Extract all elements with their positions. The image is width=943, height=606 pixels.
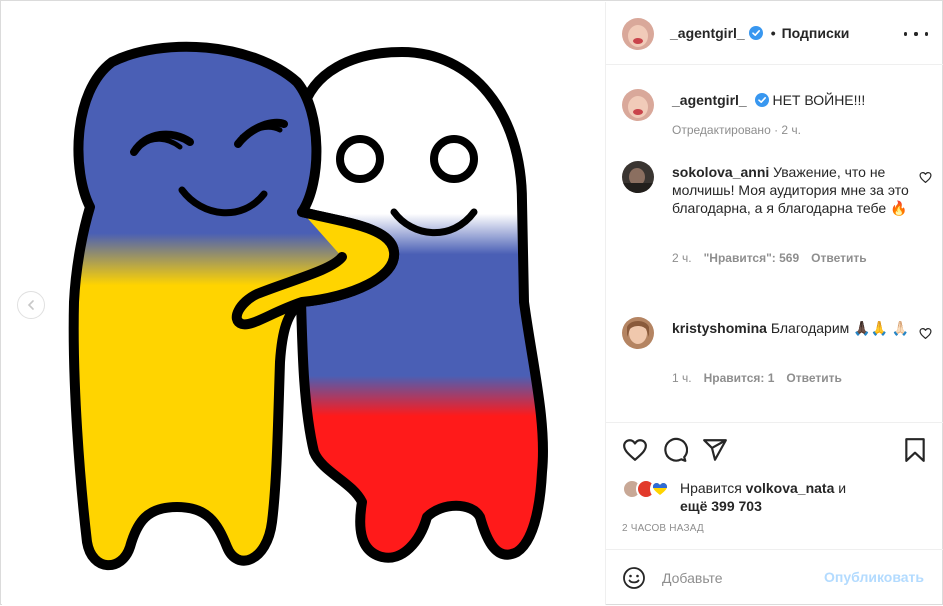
comment-meta: 1 ч. Нравится: 1 Ответить xyxy=(672,371,842,385)
comments-section[interactable]: _agentgirl_ НЕТ ВОЙНЕ!!! Отредактировано… xyxy=(606,66,943,422)
comment-likes[interactable]: "Нравится": 569 xyxy=(704,251,800,265)
comment-item: sokolova_anni Уважение, что не молчишь! … xyxy=(622,161,932,271)
author-name-row: _agentgirl_ • Подписки xyxy=(670,25,849,41)
previous-slide-button[interactable] xyxy=(17,291,45,319)
comment-item: kristyshomina Благодарим 🙏🏿🙏 🙏🏻 1 ч. Нрав… xyxy=(622,317,932,397)
comment-input[interactable] xyxy=(662,568,822,588)
more-options-button[interactable] xyxy=(904,24,928,44)
post-dialog: _agentgirl_ • Подписки _agentgirl_ НЕТ В… xyxy=(0,0,943,605)
likes-count[interactable]: ещё 399 703 xyxy=(680,498,762,514)
post-timestamp: 2 ЧАСОВ НАЗАД xyxy=(622,523,704,534)
comment-avatar[interactable] xyxy=(622,161,654,193)
author-avatar-image xyxy=(622,18,654,50)
action-bar: Нравится volkova_nata и ещё 399 703 2 ЧА… xyxy=(606,422,943,605)
likes-user[interactable]: volkova_nata xyxy=(746,480,835,496)
likes-prefix: Нравится xyxy=(680,480,742,496)
separator-dot: • xyxy=(770,25,776,41)
comment-time: 1 ч. xyxy=(672,371,692,385)
comment-avatar[interactable] xyxy=(622,317,654,349)
post-sidebar: _agentgirl_ • Подписки _agentgirl_ НЕТ В… xyxy=(605,2,943,605)
following-button[interactable]: Подписки xyxy=(782,25,850,41)
caption-avatar[interactable] xyxy=(622,89,654,121)
caption-username[interactable]: _agentgirl_ xyxy=(672,92,747,108)
comment-icon[interactable] xyxy=(662,437,688,463)
more-icon xyxy=(904,32,908,36)
comment-text: kristyshomina Благодарим 🙏🏿🙏 🙏🏻 xyxy=(672,319,912,337)
post-image[interactable] xyxy=(2,2,605,605)
caption-text: _agentgirl_ НЕТ ВОЙНЕ!!! xyxy=(672,91,912,109)
bookmark-icon[interactable] xyxy=(902,437,928,463)
comment-meta: 2 ч. "Нравится": 569 Ответить xyxy=(672,251,867,265)
more-icon xyxy=(924,32,928,36)
heart-icon[interactable] xyxy=(919,327,932,340)
comment-likes[interactable]: Нравится: 1 xyxy=(704,371,775,385)
comment-avatar-image xyxy=(622,161,654,193)
caption-meta: Отредактировано · 2 ч. xyxy=(672,123,801,137)
verified-icon xyxy=(748,26,763,40)
author-username[interactable]: _agentgirl_ xyxy=(670,25,745,41)
comment-username[interactable]: kristyshomina xyxy=(672,320,767,336)
reply-button[interactable]: Ответить xyxy=(786,371,841,385)
emoji-icon[interactable] xyxy=(622,566,646,590)
comment-body: Благодарим 🙏🏿🙏 🙏🏻 xyxy=(770,320,910,336)
likes-conj: и xyxy=(838,480,847,496)
add-comment-bar: Опубликовать xyxy=(606,549,943,606)
liker-avatar xyxy=(650,479,670,499)
likes-text[interactable]: Нравится volkova_nata и ещё 399 703 xyxy=(680,479,930,515)
more-icon xyxy=(914,32,918,36)
chevron-left-icon xyxy=(27,300,34,310)
hugging-characters-illustration xyxy=(68,41,548,571)
heart-icon[interactable] xyxy=(919,171,932,184)
likes-summary: Нравится volkova_nata и ещё 399 703 xyxy=(622,479,932,519)
verified-icon xyxy=(754,93,769,107)
post-header: _agentgirl_ • Подписки xyxy=(606,2,943,65)
comment-time: 2 ч. xyxy=(672,251,692,265)
caption-body: НЕТ ВОЙНЕ!!! xyxy=(772,92,866,108)
comment-avatar-image xyxy=(622,317,654,349)
heart-icon[interactable] xyxy=(622,437,648,463)
reply-button[interactable]: Ответить xyxy=(811,251,866,265)
heart-icon xyxy=(653,483,667,495)
comment-text: sokolova_anni Уважение, что не молчишь! … xyxy=(672,163,912,217)
comment-username[interactable]: sokolova_anni xyxy=(672,164,769,180)
publish-button[interactable]: Опубликовать xyxy=(824,569,924,585)
author-avatar[interactable] xyxy=(622,18,654,50)
share-icon[interactable] xyxy=(702,437,728,463)
caption-avatar-image xyxy=(622,89,654,121)
caption-block: _agentgirl_ НЕТ ВОЙНЕ!!! Отредактировано… xyxy=(622,89,932,149)
